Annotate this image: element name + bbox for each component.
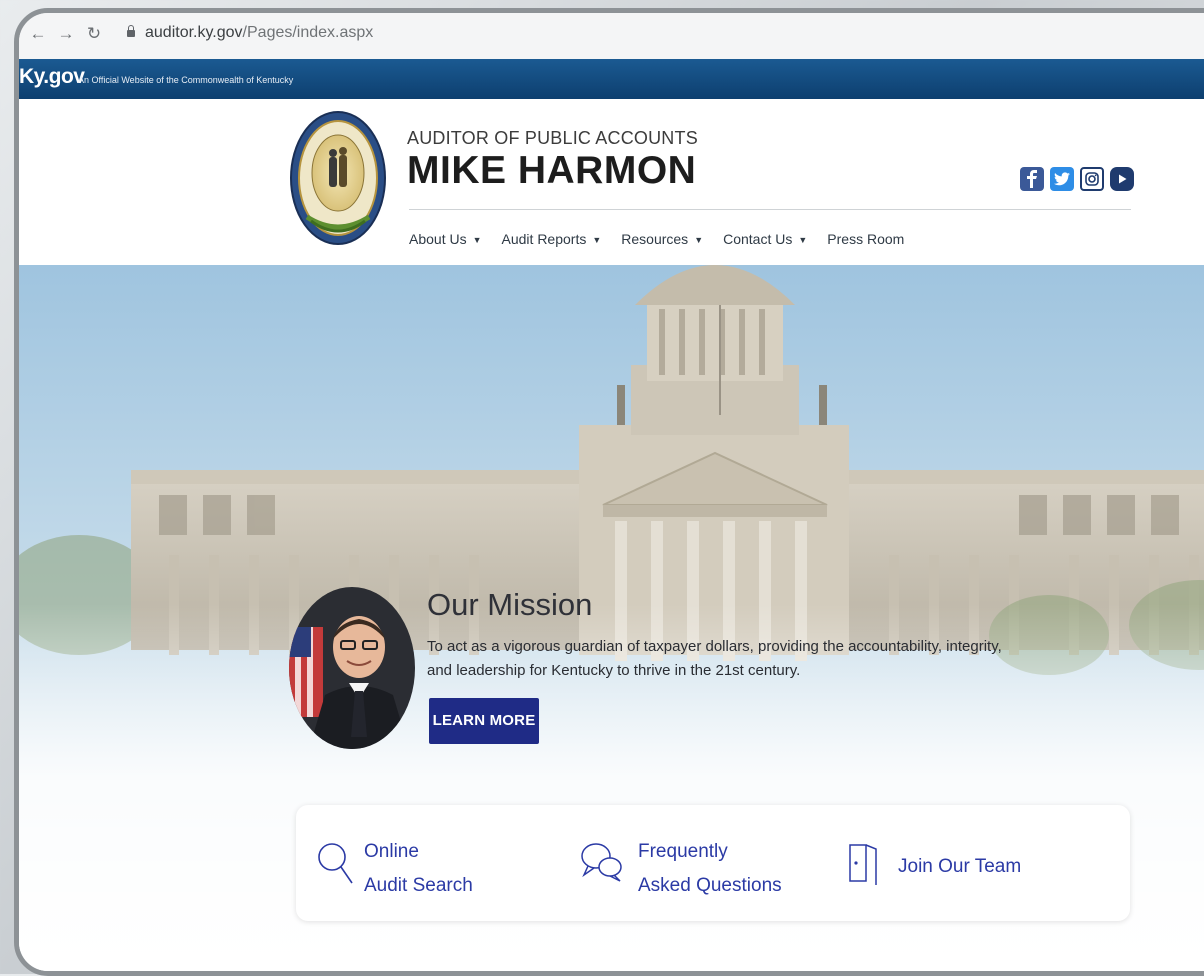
facebook-icon[interactable] [1020, 167, 1044, 191]
quick-links-panel: Online Audit Search Frequently Asked Que… [296, 805, 1130, 921]
youtube-icon[interactable] [1110, 167, 1134, 191]
site-supertitle: AUDITOR OF PUBLIC ACCOUNTS [407, 128, 698, 148]
mission-text-line: and leadership for Kentucky to thrive in… [427, 662, 801, 679]
nav-press-room[interactable]: Press Room [827, 231, 904, 247]
main-nav: About Us ▼ Audit Reports ▼ Resources ▼ Cont… [409, 231, 904, 247]
caret-down-icon: ▼ [694, 235, 704, 245]
twitter-icon[interactable] [1050, 167, 1074, 191]
lock-icon [127, 25, 135, 37]
site-header: AUDITOR OF PUBLIC ACCOUNTS MIKE HARMON A… [19, 99, 1204, 265]
mission-text: To act as a vigorous guardian of taxpaye… [427, 635, 1007, 683]
kygov-bar: Ky.gov An Official Website of the Common… [19, 59, 1204, 99]
caret-down-icon: ▼ [472, 235, 482, 245]
header-divider [409, 209, 1131, 210]
faq-link[interactable]: Frequently Asked Questions [638, 835, 782, 903]
kygov-logo[interactable]: Ky.gov [19, 65, 85, 89]
link-text: Audit Search [364, 875, 473, 896]
caret-down-icon: ▼ [798, 235, 808, 245]
link-text: Frequently [638, 841, 728, 862]
kygov-tagline: An Official Website of the Commonwealth … [78, 75, 294, 85]
nav-label: Press Room [827, 231, 905, 247]
chat-bubbles-icon[interactable] [580, 839, 624, 883]
link-text: Asked Questions [638, 875, 782, 896]
nav-audit-reports[interactable]: Audit Reports ▼ [502, 231, 602, 247]
mission-title: Our Mission [427, 587, 593, 622]
learn-more-button[interactable]: LEARN MORE [429, 698, 539, 744]
kentucky-seal-logo[interactable] [289, 109, 387, 247]
nav-contact-us[interactable]: Contact Us ▼ [723, 231, 807, 247]
join-our-team-link[interactable]: Join Our Team [898, 850, 1021, 884]
back-icon[interactable]: ← [29, 25, 47, 43]
hero-section: Our Mission To act as a vigorous guardia… [19, 265, 1204, 971]
nav-about-us[interactable]: About Us ▼ [409, 231, 482, 247]
reload-icon[interactable]: ↻ [85, 25, 103, 43]
nav-resources[interactable]: Resources ▼ [621, 231, 703, 247]
social-links [1020, 167, 1134, 193]
door-icon[interactable] [846, 841, 886, 885]
nav-label: About Us [409, 231, 467, 247]
link-text: Online [364, 841, 419, 862]
browser-frame: ← → ↻ auditor.ky.gov/Pages/index.aspx Ky… [14, 8, 1204, 976]
url-path: /Pages/index.aspx [242, 24, 374, 41]
nav-label: Contact Us [723, 231, 793, 247]
site-title[interactable]: MIKE HARMON [407, 149, 696, 193]
address-bar[interactable]: auditor.ky.gov/Pages/index.aspx [145, 24, 373, 42]
browser-toolbar: ← → ↻ auditor.ky.gov/Pages/index.aspx [19, 13, 1204, 60]
instagram-icon[interactable] [1080, 167, 1104, 191]
caret-down-icon: ▼ [592, 235, 602, 245]
nav-label: Resources [621, 231, 689, 247]
mission-text-line: To act as a vigorous guardian of taxpaye… [427, 638, 1002, 655]
nav-label: Audit Reports [501, 231, 587, 247]
url-domain: auditor.ky.gov [145, 24, 243, 41]
search-icon[interactable] [316, 841, 354, 885]
forward-icon[interactable]: → [57, 25, 75, 43]
auditor-photo [289, 587, 415, 749]
online-audit-search-link[interactable]: Online Audit Search [364, 835, 473, 903]
